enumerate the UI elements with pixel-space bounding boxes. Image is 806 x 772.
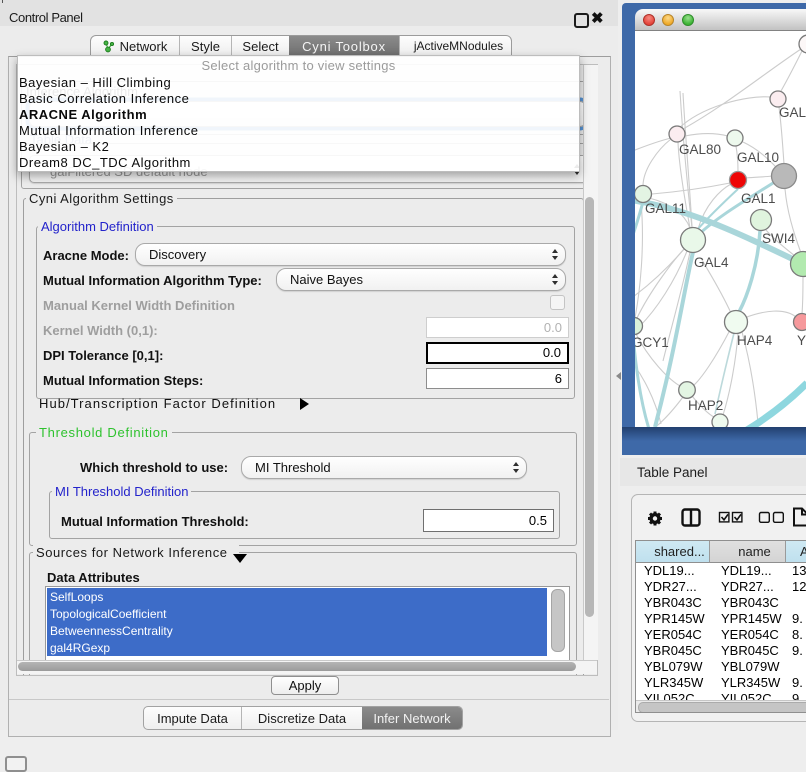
svg-text:GAL11: GAL11 — [645, 201, 686, 216]
svg-text:GCY1: GCY1 — [635, 335, 669, 350]
svg-text:GAL4: GAL4 — [694, 255, 729, 270]
svg-text:GAL10: GAL10 — [737, 150, 779, 165]
svg-text:SWI4: SWI4 — [762, 231, 795, 246]
svg-text:GAL1: GAL1 — [741, 191, 776, 206]
svg-text:Y: Y — [797, 333, 806, 348]
svg-text:HAP2: HAP2 — [688, 398, 723, 413]
svg-text:HAP4: HAP4 — [737, 333, 773, 348]
svg-text:GAL80: GAL80 — [679, 142, 721, 157]
svg-text:GAL7: GAL7 — [779, 105, 806, 120]
